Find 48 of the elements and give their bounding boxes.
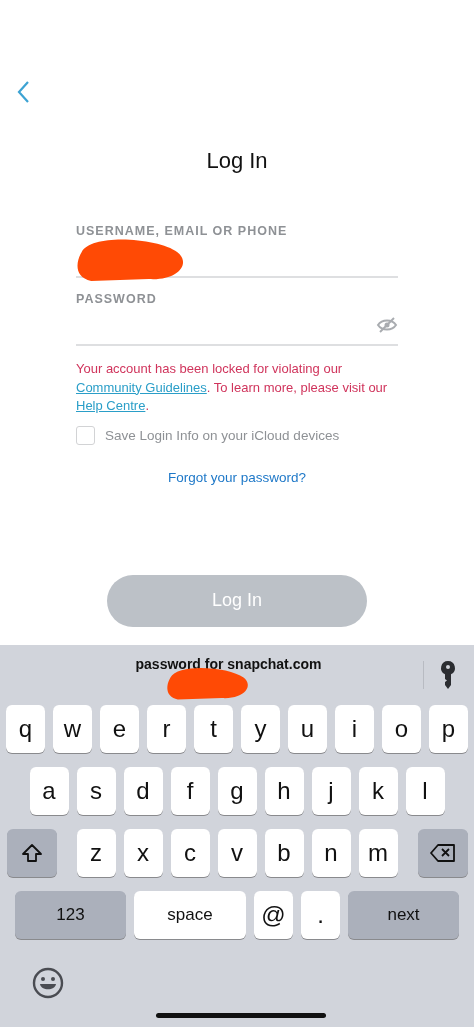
- keyboard-key[interactable]: t: [194, 705, 233, 753]
- shift-key[interactable]: [6, 829, 57, 877]
- delete-key[interactable]: [417, 829, 468, 877]
- key-icon[interactable]: [440, 661, 456, 689]
- keyboard-key[interactable]: .: [301, 891, 340, 939]
- keyboard-key[interactable]: x: [123, 829, 163, 877]
- keyboard-key[interactable]: h: [264, 767, 304, 815]
- keyboard-key[interactable]: n: [311, 829, 351, 877]
- keyboard-key[interactable]: v: [217, 829, 257, 877]
- keyboard-key[interactable]: l: [405, 767, 445, 815]
- keyboard-key[interactable]: 123: [15, 891, 126, 939]
- keyboard-key[interactable]: s: [76, 767, 116, 815]
- keyboard-key[interactable]: g: [217, 767, 257, 815]
- keyboard-key[interactable]: q: [6, 705, 45, 753]
- keyboard-key[interactable]: y: [241, 705, 280, 753]
- keyboard-key[interactable]: o: [382, 705, 421, 753]
- keyboard-key[interactable]: r: [147, 705, 186, 753]
- keyboard-key[interactable]: c: [170, 829, 210, 877]
- keyboard-key[interactable]: k: [358, 767, 398, 815]
- keyboard-key[interactable]: z: [76, 829, 116, 877]
- shift-icon: [20, 843, 43, 863]
- keyboard-key[interactable]: next: [348, 891, 459, 939]
- password-suggestion[interactable]: password for snapchat.com: [4, 656, 417, 672]
- keyboard-key[interactable]: j: [311, 767, 351, 815]
- keyboard-key[interactable]: @: [254, 891, 293, 939]
- keyboard-key[interactable]: u: [288, 705, 327, 753]
- keyboard-key[interactable]: f: [170, 767, 210, 815]
- keyboard-key[interactable]: p: [429, 705, 468, 753]
- error-message: Your account has been locked for violating our Community Guidelines. To learn more, please visit our Help Centre.: [76, 360, 389, 415]
- keyboard-key[interactable]: d: [123, 767, 163, 815]
- page-title: Log In: [206, 148, 268, 174]
- backspace-icon: [429, 844, 456, 862]
- back-icon[interactable]: [16, 80, 30, 104]
- emoji-icon[interactable]: [32, 967, 64, 999]
- field-label: PASSWORD: [76, 292, 157, 306]
- keyboard-key[interactable]: b: [264, 829, 304, 877]
- field-label: USERNAME, EMAIL OR PHONE: [76, 224, 288, 238]
- keyboard-key[interactable]: w: [53, 705, 92, 753]
- keyboard-key[interactable]: i: [335, 705, 374, 753]
- checkbox[interactable]: [76, 425, 95, 445]
- keyboard-key[interactable]: e: [100, 705, 139, 753]
- eye-slash-icon[interactable]: [376, 316, 398, 334]
- keyboard-key[interactable]: a: [29, 767, 69, 815]
- checkbox-label: Save Login Info on your iCloud devices: [105, 427, 340, 443]
- keyboard-key[interactable]: m: [358, 829, 398, 877]
- space-key[interactable]: space: [134, 891, 246, 939]
- username-field[interactable]: [76, 238, 398, 278]
- forgot-password-link[interactable]: Forgot your password?: [167, 469, 307, 485]
